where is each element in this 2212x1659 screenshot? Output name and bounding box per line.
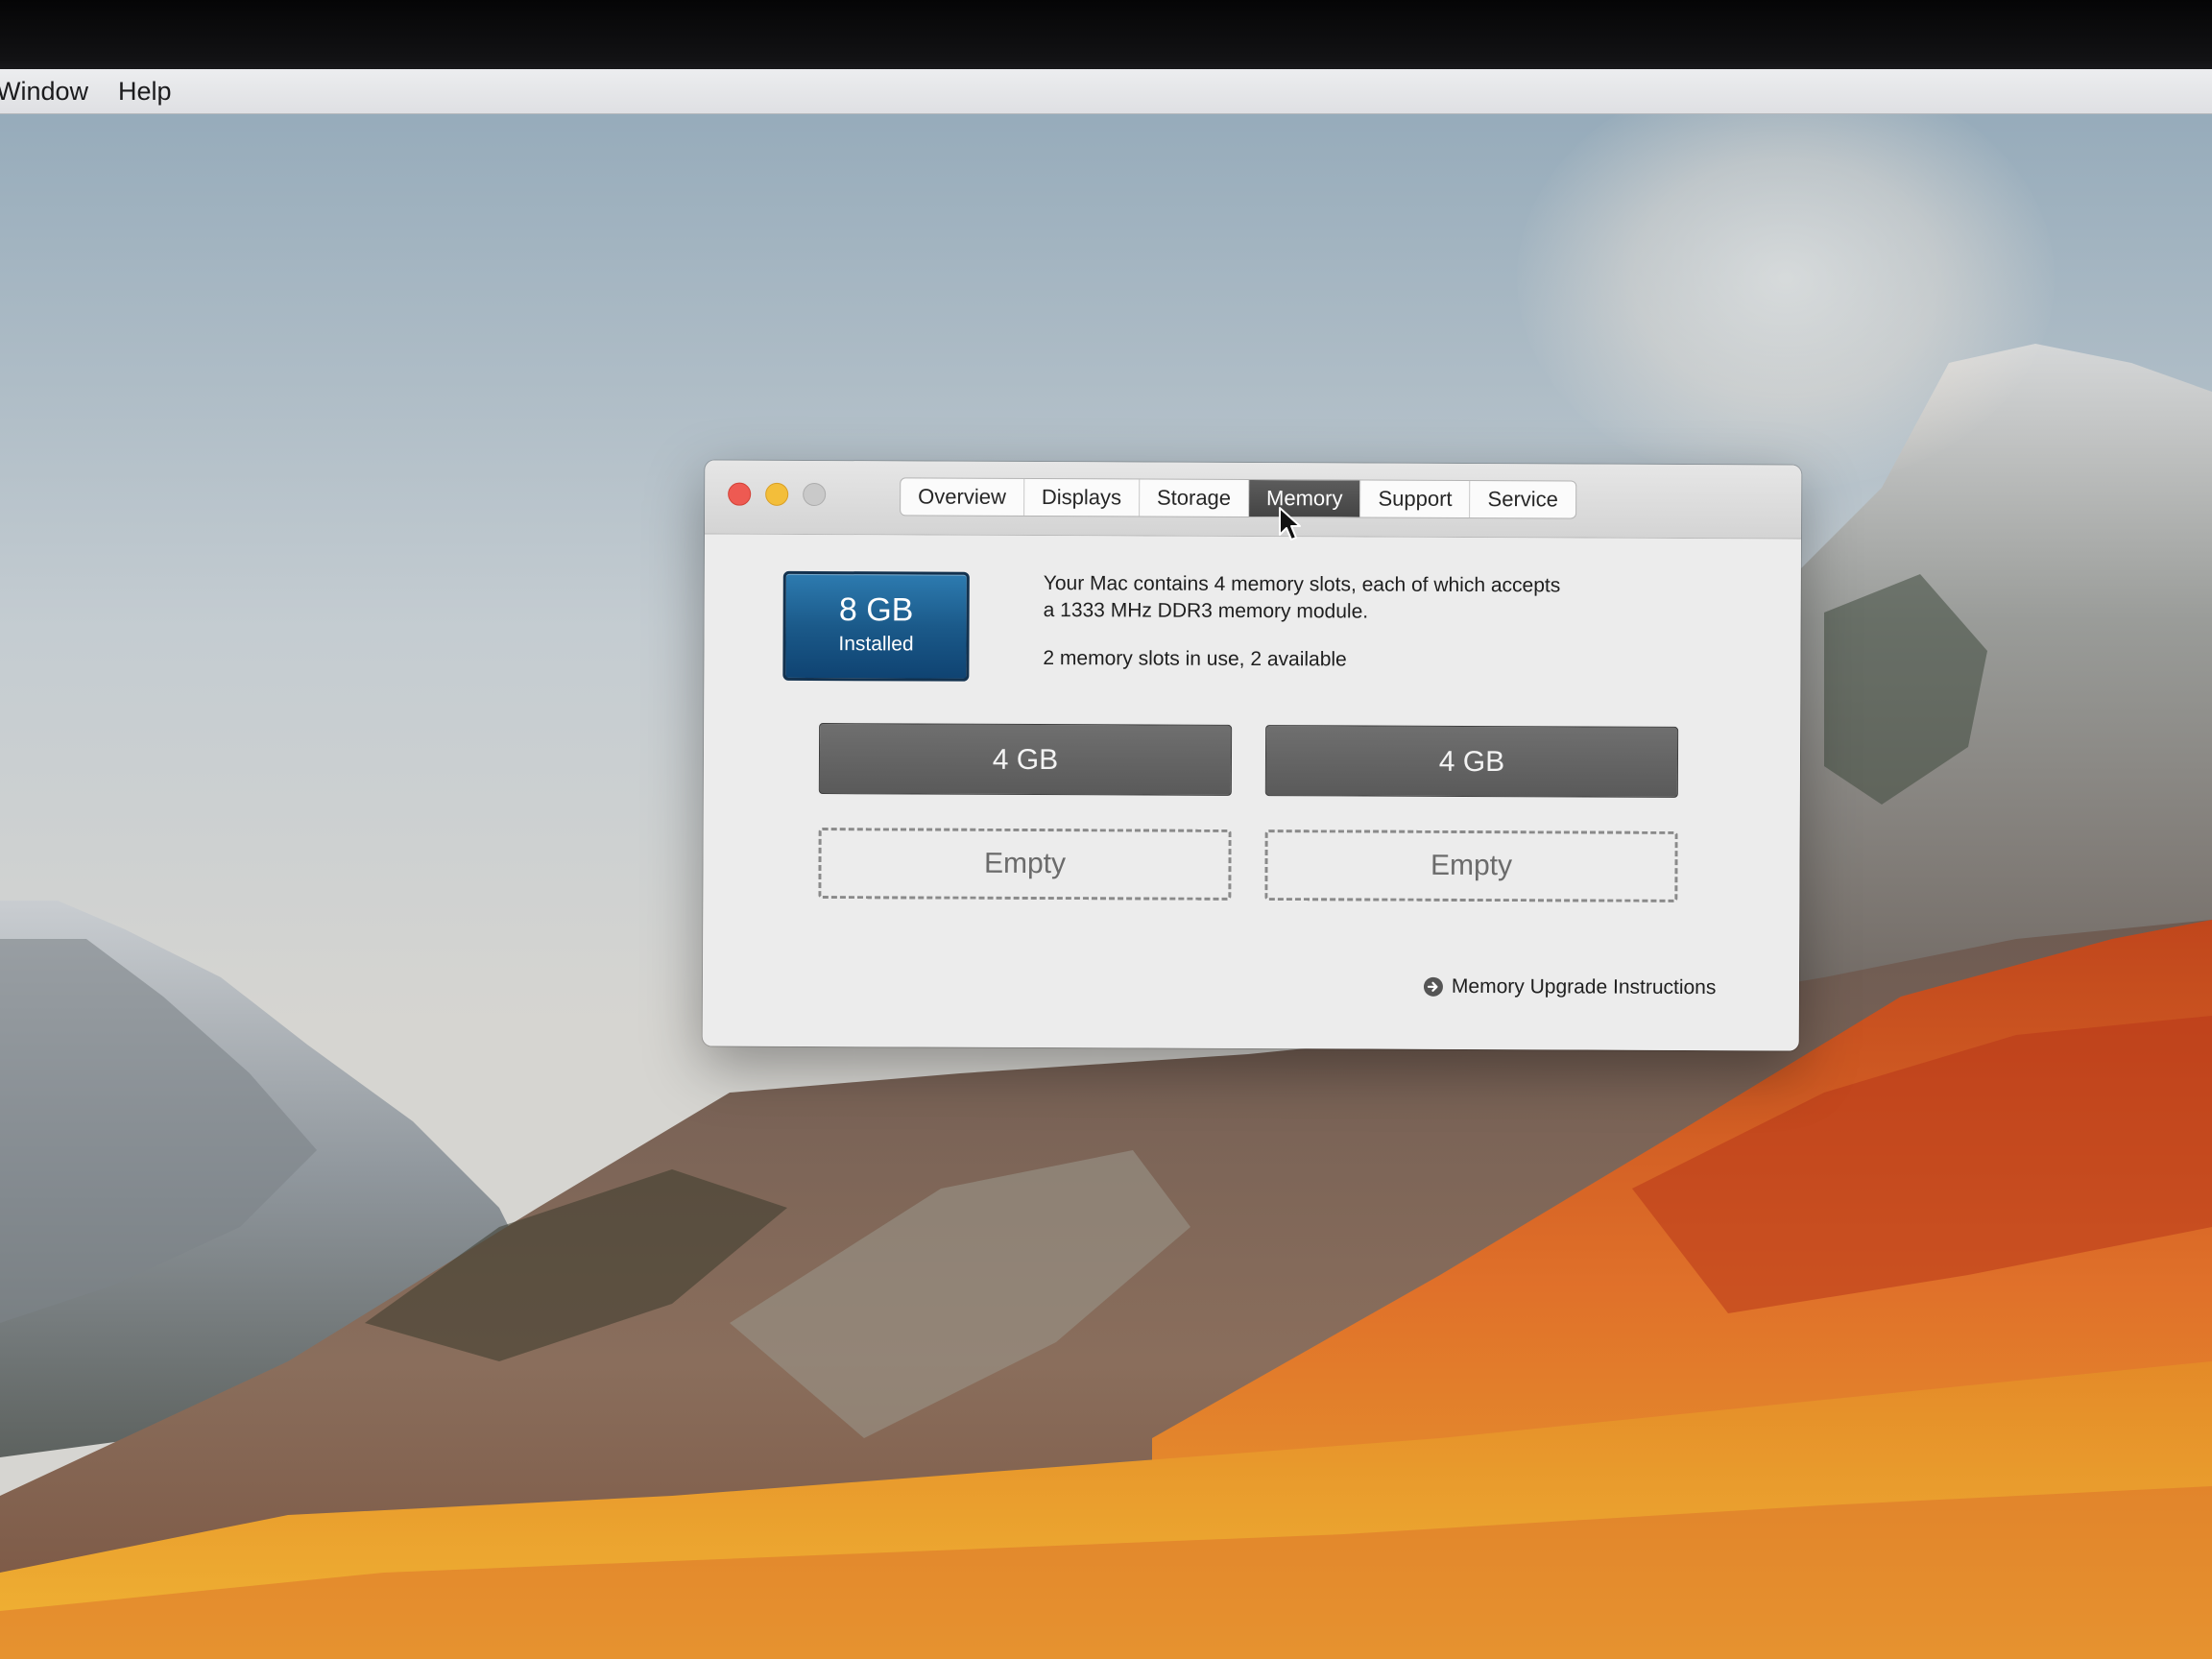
slots-status: 2 memory slots in use, 2 available — [1043, 647, 1347, 671]
desktop-screen: Window Help Overview Displays Storage Me… — [0, 0, 2212, 1659]
menu-bar: Window Help — [0, 69, 2212, 114]
tab-storage[interactable]: Storage — [1139, 479, 1250, 517]
memory-slot-1: 4 GB — [818, 723, 1233, 796]
upgrade-link-label: Memory Upgrade Instructions — [1451, 974, 1717, 999]
tab-support[interactable]: Support — [1360, 480, 1471, 517]
menu-help[interactable]: Help — [118, 77, 172, 106]
memory-panel: 8 GB Installed Your Mac contains 4 memor… — [702, 534, 1801, 1051]
installed-label: Installed — [838, 633, 914, 656]
memory-upgrade-instructions-link[interactable]: Memory Upgrade Instructions — [1423, 974, 1717, 999]
monitor-bezel — [0, 0, 2212, 75]
about-this-mac-window: Overview Displays Storage Memory Support… — [702, 460, 1802, 1051]
memory-slot-2: 4 GB — [1264, 725, 1679, 798]
tab-bar: Overview Displays Storage Memory Support… — [900, 477, 1577, 519]
minimize-button[interactable] — [765, 482, 789, 506]
tab-service[interactable]: Service — [1470, 481, 1575, 517]
window-titlebar: Overview Displays Storage Memory Support… — [705, 460, 1802, 540]
tab-displays[interactable]: Displays — [1023, 478, 1141, 517]
installed-amount: 8 GB — [838, 591, 914, 629]
close-button[interactable] — [728, 482, 752, 506]
menu-window[interactable]: Window — [0, 77, 88, 106]
mouse-pointer-icon — [1279, 507, 1301, 541]
tab-overview[interactable]: Overview — [901, 478, 1024, 516]
installed-memory-badge: 8 GB Installed — [782, 570, 970, 682]
description-line-2: a 1333 MHz DDR3 memory module. — [1043, 599, 1369, 623]
memory-slot-3: Empty — [818, 828, 1232, 901]
tab-memory[interactable]: Memory — [1248, 479, 1361, 517]
description-line-1: Your Mac contains 4 memory slots, each o… — [1043, 572, 1561, 597]
zoom-button[interactable] — [803, 482, 827, 507]
right-arrow-circle-icon — [1423, 976, 1443, 997]
memory-slot-4: Empty — [1264, 830, 1678, 902]
